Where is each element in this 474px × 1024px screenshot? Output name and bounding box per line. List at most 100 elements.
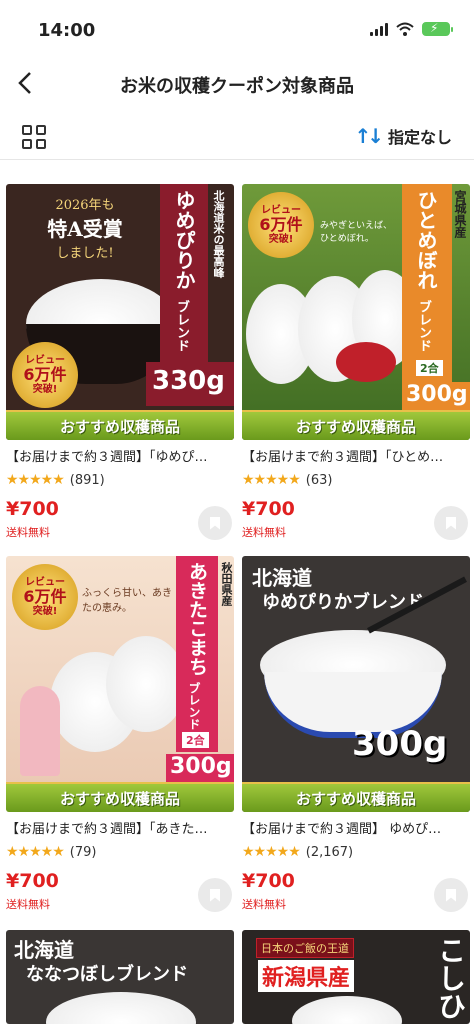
bookmark-icon xyxy=(210,516,220,530)
origin-text: 北海道米の最高峰 xyxy=(212,190,225,278)
price: ¥700 xyxy=(6,498,59,520)
brand-subtext: ブレンド xyxy=(416,300,431,352)
review-count: (891) xyxy=(69,472,105,488)
price: ¥700 xyxy=(6,870,59,892)
medal-main: 6万件 xyxy=(23,365,67,385)
wifi-icon xyxy=(396,22,414,36)
recommend-banner: おすすめ収穫商品 xyxy=(6,782,234,812)
sort-label: 指定なし xyxy=(387,128,452,147)
bookmark-button[interactable] xyxy=(198,506,232,540)
banner-text: おすすめ収穫商品 xyxy=(295,417,416,436)
toolbar: ↑↓ 指定なし xyxy=(0,114,474,160)
review-medal: レビュー 6万件 突破! xyxy=(12,342,78,408)
shipping-label: 送料無料 xyxy=(242,526,286,539)
shipping-label: 送料無料 xyxy=(242,898,286,911)
award-badge-bottom: しました! xyxy=(56,246,114,261)
brand-subtext: ブレンド xyxy=(187,682,201,730)
banner-text: おすすめ収穫商品 xyxy=(59,789,180,808)
bookmark-button[interactable] xyxy=(434,878,468,912)
product-name: 【お届けまで約３週間】「ひとめ… xyxy=(242,450,444,465)
weight-text: 330g xyxy=(152,366,225,396)
headline-line2: ななつぼしブレンド xyxy=(26,964,188,985)
rating: ★★★★★ (2,167) xyxy=(242,844,353,860)
weight-text: 300g xyxy=(170,754,232,779)
star-rating-icon: ★★★★★ xyxy=(6,472,65,488)
star-rating-icon: ★★★★★ xyxy=(6,844,65,860)
headline-main: 新潟県産 xyxy=(258,960,355,992)
rating: ★★★★★ (63) xyxy=(242,472,332,488)
star-rating-icon: ★★★★★ xyxy=(242,844,301,860)
origin-text: 秋田県産 xyxy=(220,562,233,606)
grid-icon-cell xyxy=(36,125,46,135)
product-image: 日本のご飯の王道 新潟県産 こしひ xyxy=(242,930,470,1024)
nav-bar: お米の収穫クーポン対象商品 xyxy=(0,58,474,108)
shipping-label: 送料無料 xyxy=(6,526,50,539)
sort-icon: ↑↓ xyxy=(354,124,383,148)
product-image: 2026年も 特A受賞 しました! ゆめぴりか ブレンド 北海道米の最高峰 レビ… xyxy=(6,184,234,440)
product-image: あきたこまち ブレンド 秋田県産 ふっくら甘い、あきたの恵み。 レビュー 6万件… xyxy=(6,556,234,812)
status-icons: ⚡ xyxy=(370,21,453,36)
product-card[interactable]: 2026年も 特A受賞 しました! ゆめぴりか ブレンド 北海道米の最高峰 レビ… xyxy=(6,184,234,558)
catch-copy: みやぎといえば、ひとめぼれ。 xyxy=(320,221,393,244)
headline-line1: 北海道 xyxy=(14,938,74,962)
brand-text: ひとめぼれ xyxy=(414,190,438,290)
bookmark-icon xyxy=(210,888,220,902)
review-count: (79) xyxy=(69,844,97,860)
recommend-banner: おすすめ収穫商品 xyxy=(6,410,234,440)
status-bar: 14:00 ⚡ xyxy=(0,0,474,54)
page-title: お米の収穫クーポン対象商品 xyxy=(120,76,354,97)
weight-prefix: 2合 xyxy=(416,360,443,376)
product-card[interactable]: 北海道 ゆめぴりかブレンド 300g おすすめ収穫商品 【お届けまで約３週間】 … xyxy=(242,556,470,930)
rating: ★★★★★ (79) xyxy=(6,844,96,860)
product-card[interactable]: あきたこまち ブレンド 秋田県産 ふっくら甘い、あきたの恵み。 レビュー 6万件… xyxy=(6,556,234,930)
shipping-label: 送料無料 xyxy=(6,898,50,911)
review-medal: レビュー 6万件 突破! xyxy=(12,564,78,630)
grid-view-toggle[interactable] xyxy=(22,125,46,149)
origin-text: 宮城県産 xyxy=(453,190,467,238)
product-name: 【お届けまで約３週間】「あきた… xyxy=(6,822,208,837)
medal-main: 6万件 xyxy=(23,587,67,607)
review-medal: レビュー 6万件 突破! xyxy=(248,192,314,258)
product-name: 【お届けまで約３週間】「ゆめぴ… xyxy=(6,450,208,465)
price: ¥700 xyxy=(242,498,295,520)
battery-icon: ⚡ xyxy=(422,21,453,36)
rating: ★★★★★ (891) xyxy=(6,472,105,488)
medal-bottom: 突破! xyxy=(268,233,294,245)
grid-icon xyxy=(22,125,32,135)
headline-line1: 北海道 xyxy=(252,566,312,590)
brand-text: あきたこまち xyxy=(186,562,208,676)
rice-bowl-graphic xyxy=(46,992,196,1024)
umeboshi-graphic xyxy=(336,342,396,382)
product-image: 北海道 ななつぼしブレンド xyxy=(6,930,234,1024)
weight-prefix: 2合 xyxy=(182,732,209,748)
recommend-banner: おすすめ収穫商品 xyxy=(242,782,470,812)
medal-bottom: 突破! xyxy=(32,383,58,395)
product-card[interactable]: 日本のご飯の王道 新潟県産 こしひ xyxy=(242,930,470,1024)
rice-bowl-graphic xyxy=(292,996,402,1024)
price: ¥700 xyxy=(242,870,295,892)
sort-button[interactable]: ↑↓ 指定なし xyxy=(354,124,452,148)
grid-icon-cell xyxy=(22,139,32,149)
banner-text: おすすめ収穫商品 xyxy=(295,789,416,808)
bookmark-button[interactable] xyxy=(198,878,232,912)
bookmark-icon xyxy=(446,516,456,530)
signal-icon xyxy=(370,22,388,36)
banner-text: おすすめ収穫商品 xyxy=(59,417,180,436)
headline-top: 日本のご飯の王道 xyxy=(256,938,354,958)
award-badge-main: 特A受賞 xyxy=(47,217,123,241)
brand-subtext: ブレンド xyxy=(174,300,189,352)
grid-icon-cell xyxy=(36,139,46,149)
weight-text: 300g xyxy=(352,724,448,764)
bookmark-icon xyxy=(446,888,456,902)
award-badge: 2026年も 特A受賞 しました! xyxy=(20,194,150,261)
brand-text: ゆめぴりか xyxy=(172,190,196,290)
product-name: 【お届けまで約３週間】 ゆめぴ… xyxy=(242,822,442,837)
bookmark-button[interactable] xyxy=(434,506,468,540)
medal-bottom: 突破! xyxy=(32,605,58,617)
review-count: (63) xyxy=(305,472,333,488)
product-image: ひとめぼれ ブレンド 宮城県産 みやぎといえば、ひとめぼれ。 レビュー 6万件 … xyxy=(242,184,470,440)
award-badge-top: 2026年も xyxy=(55,198,115,213)
weight-text: 300g xyxy=(406,382,468,407)
product-card[interactable]: ひとめぼれ ブレンド 宮城県産 みやぎといえば、ひとめぼれ。 レビュー 6万件 … xyxy=(242,184,470,558)
product-card[interactable]: 北海道 ななつぼしブレンド xyxy=(6,930,234,1024)
